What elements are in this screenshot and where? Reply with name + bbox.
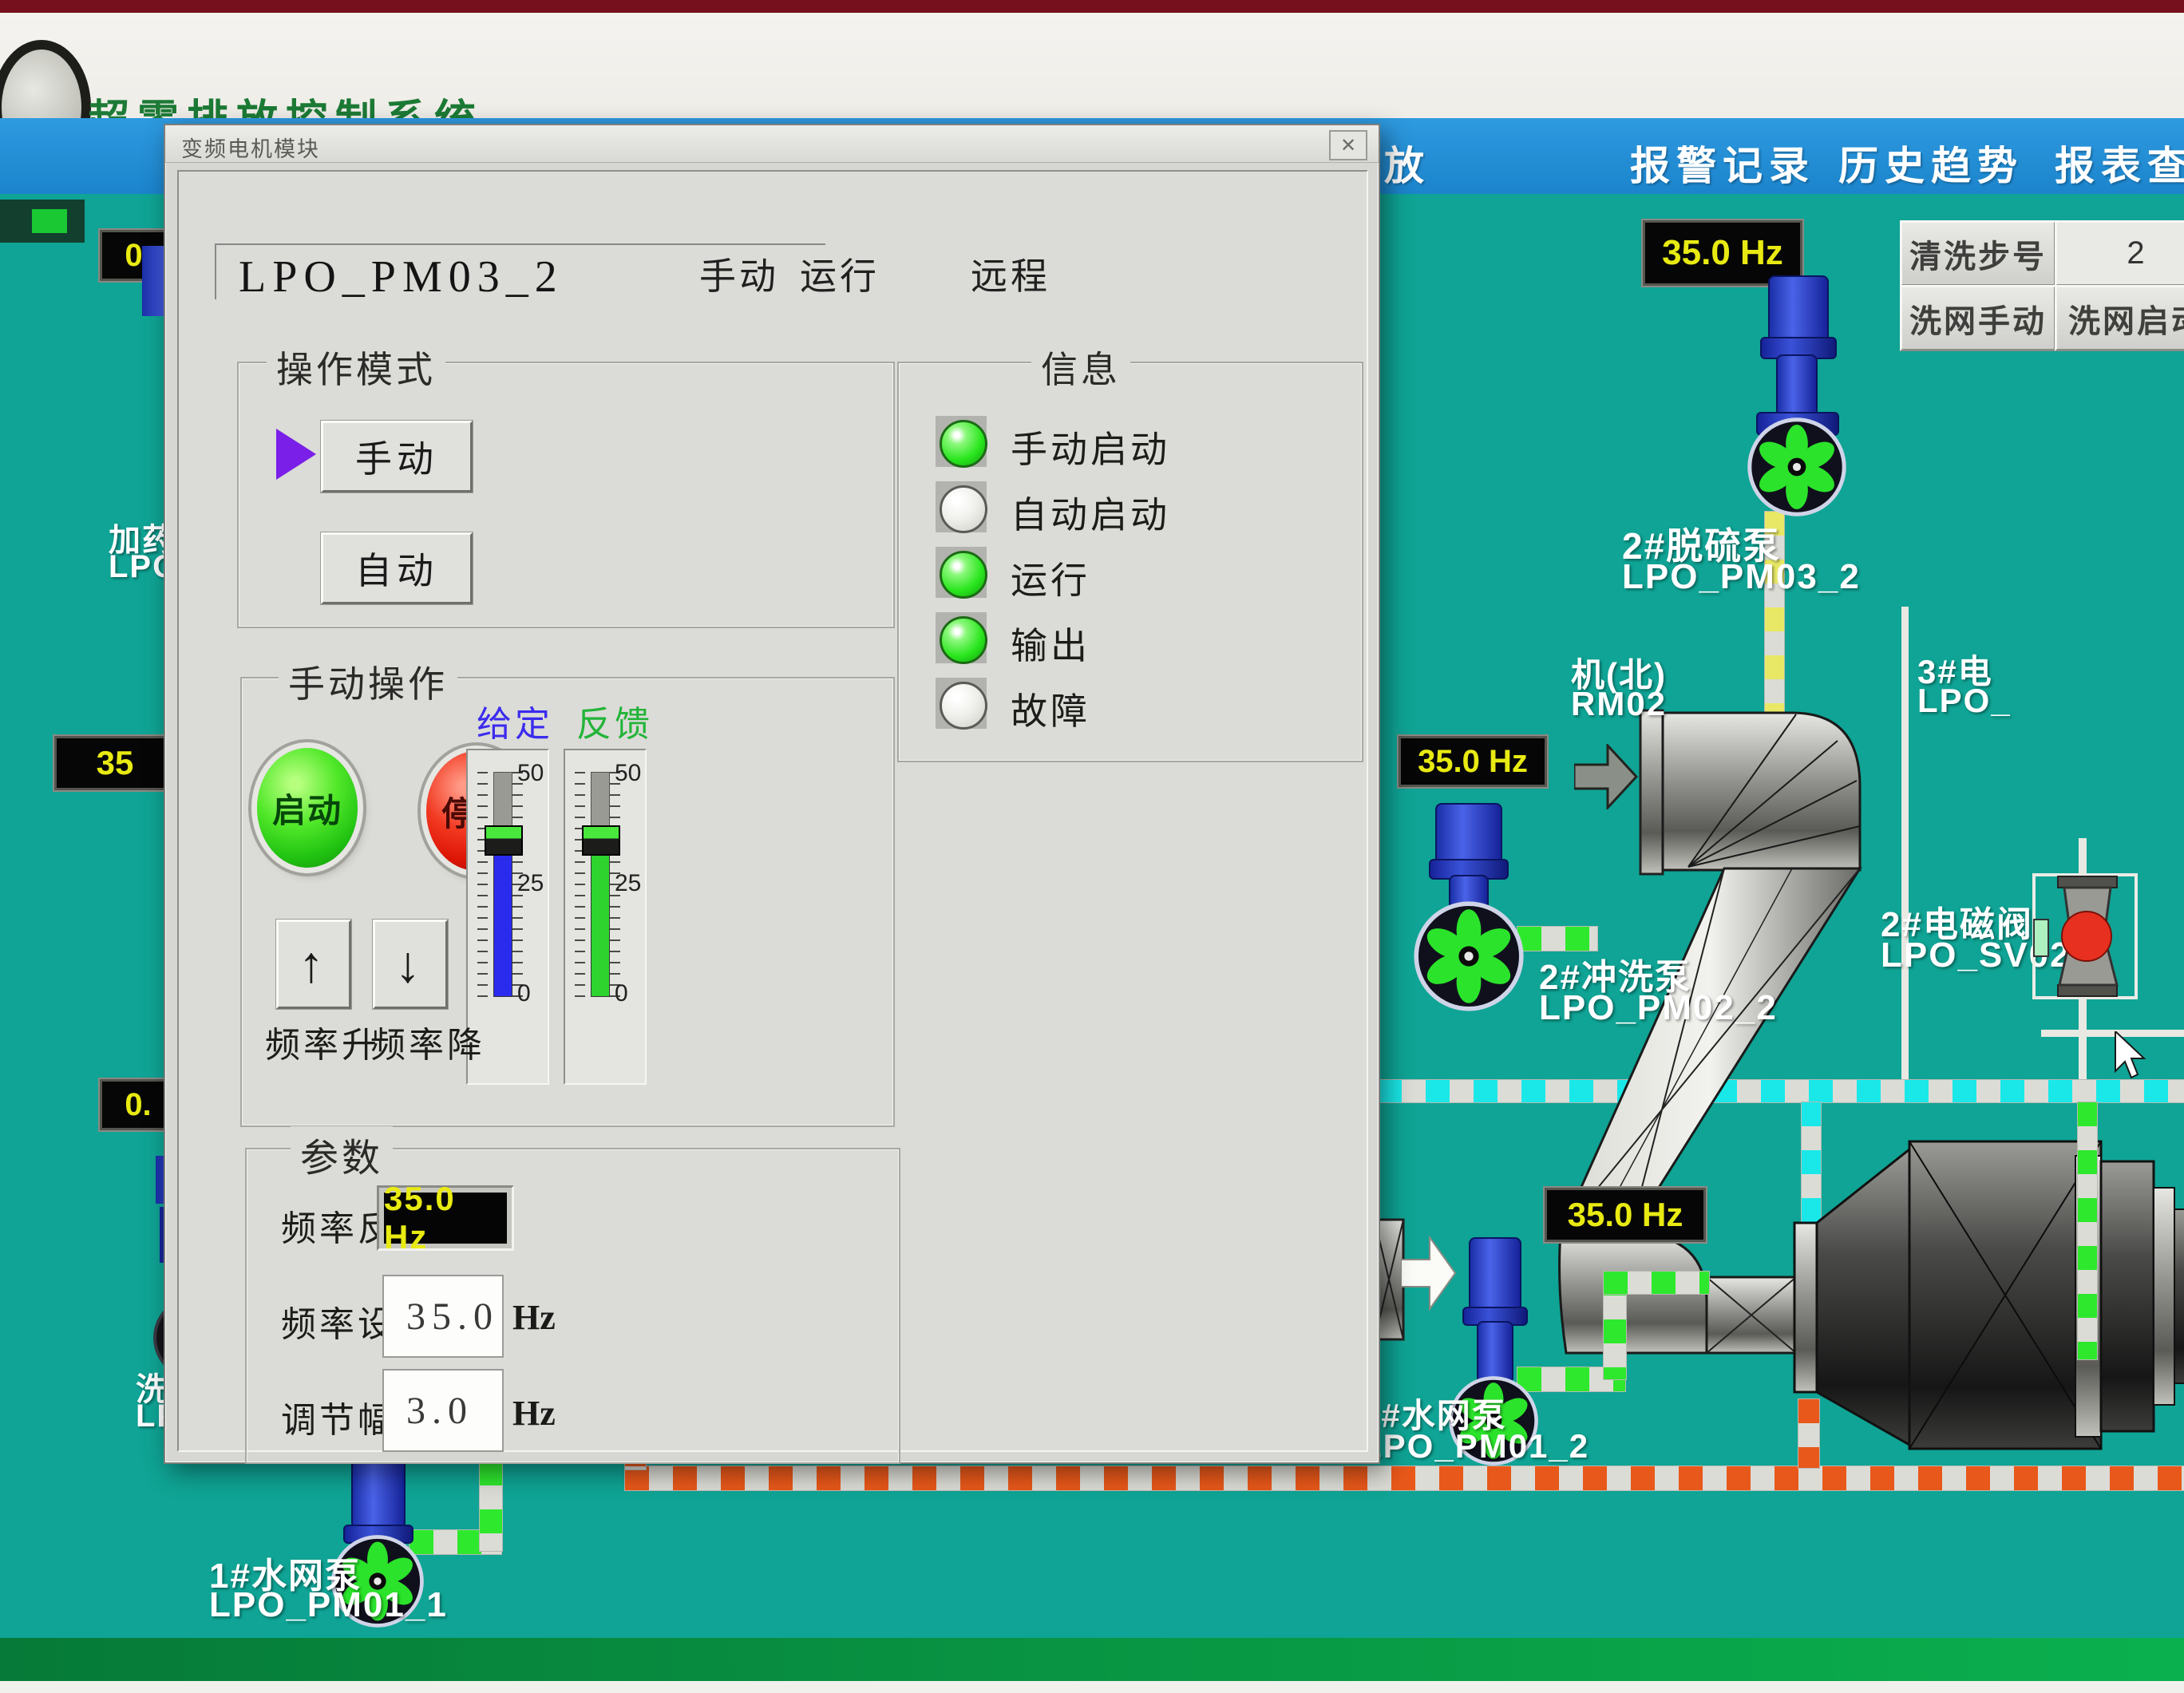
pipe-orange-stub-right bbox=[1798, 1398, 1820, 1469]
setpoint-ticks-left bbox=[477, 772, 488, 997]
freq-set-input[interactable]: 35.0 bbox=[382, 1275, 504, 1358]
setpoint-tick-0: 0 bbox=[517, 980, 544, 1007]
setpoint-tick-25: 25 bbox=[517, 870, 544, 897]
freq-down-label: 频率降 bbox=[370, 1016, 485, 1067]
dialog-content: LPO_PM03_2 手动 运行 远程 操作模式 手动 自动 信息 手动启动 自… bbox=[177, 170, 1368, 1452]
flush-pump-label-line2: LPO_PM02_2 bbox=[1539, 988, 1778, 1028]
freq-feedback-display-frame: 35.0 Hz bbox=[377, 1185, 514, 1251]
bottom-green-strip bbox=[0, 1638, 2184, 1681]
flow-arrow-white-icon bbox=[1401, 1236, 1457, 1311]
feedback-slider-label: 反馈 bbox=[576, 695, 653, 746]
feedback-ticks-left bbox=[575, 772, 585, 997]
pipe-green-pump1-v bbox=[479, 1461, 503, 1552]
dialog-title-bar[interactable]: 变频电机模块 ✕ bbox=[165, 125, 1379, 163]
auto-start-led-icon bbox=[940, 485, 987, 533]
wash-step-value-cell: 2 bbox=[2055, 220, 2184, 287]
run-status-text: 运行 bbox=[800, 247, 880, 300]
wash-start-button[interactable]: 洗网启动 bbox=[2055, 285, 2184, 351]
freq-down-button[interactable]: ↓ bbox=[373, 920, 448, 1009]
scada-screen: 超零排放控制系统 超零排放 报警记录 历史趋势 报表查询 0. 加药 LPO 3… bbox=[0, 0, 2184, 1693]
output-led-label: 输出 bbox=[1011, 617, 1090, 670]
fault-led-label: 故障 bbox=[1011, 682, 1090, 735]
waterpump2-label-line2: LPO_PM01_2 bbox=[1361, 1427, 1589, 1466]
feedback-slider-thumb[interactable] bbox=[582, 825, 620, 856]
desulf-pump-label-line2: LPO_PM03_2 bbox=[1622, 557, 1861, 597]
elec3-label-line2: LPO_ bbox=[1917, 682, 2012, 720]
feedback-slider-fill bbox=[591, 851, 610, 997]
top-red-strip bbox=[0, 0, 2184, 13]
waterpump1-label-line2: LPO_PM01_1 bbox=[209, 1585, 448, 1625]
freq-up-label: 频率升 bbox=[265, 1016, 380, 1067]
wash-step-label-cell: 清洗步号 bbox=[1900, 220, 2056, 287]
manual-start-led-label: 手动启动 bbox=[1011, 421, 1170, 473]
auto-start-led-label: 自动启动 bbox=[1011, 486, 1170, 539]
manual-op-group-label: 手动操作 bbox=[279, 655, 457, 708]
pipe-orange-horizontal bbox=[624, 1466, 2184, 1491]
mode-pointer-icon bbox=[276, 429, 316, 480]
feedback-slider: 50 25 0 bbox=[564, 749, 647, 1085]
output-led-icon bbox=[940, 616, 987, 664]
flush-pump-icon[interactable] bbox=[1417, 798, 1537, 1022]
running-led-icon bbox=[940, 551, 987, 599]
info-group-label: 信息 bbox=[1031, 341, 1130, 394]
fan-north-label-line2: RM02 bbox=[1571, 685, 1667, 723]
fan-freq-display: 35.0 Hz bbox=[1399, 736, 1547, 787]
dialog-title: 变频电机模块 bbox=[181, 132, 320, 163]
bottom-white-strip bbox=[0, 1681, 2184, 1693]
feedback-tick-25: 25 bbox=[615, 870, 642, 897]
manual-mode-button[interactable]: 手动 bbox=[321, 421, 473, 492]
mouse-cursor bbox=[2114, 1031, 2147, 1079]
menu-item-alarm-record[interactable]: 报警记录 bbox=[1630, 134, 1815, 192]
left-freq-display-mid: 35 bbox=[54, 736, 176, 790]
waterpump2-freq-display: 35.0 Hz bbox=[1545, 1188, 1706, 1242]
left-status-panel bbox=[0, 200, 85, 243]
fault-led-icon bbox=[940, 682, 987, 730]
remote-status-text: 远程 bbox=[971, 247, 1050, 300]
vfd-motor-dialog: 变频电机模块 ✕ LPO_PM03_2 手动 运行 远程 操作模式 手动 自动 … bbox=[164, 124, 1380, 1464]
freq-up-button[interactable]: ↑ bbox=[276, 920, 351, 1009]
adjust-step-input[interactable]: 3.0 bbox=[382, 1369, 504, 1452]
close-icon[interactable]: ✕ bbox=[1329, 130, 1367, 160]
wash-manual-button[interactable]: 洗网手动 bbox=[1900, 285, 2056, 351]
setpoint-slider-fill bbox=[493, 851, 512, 997]
auto-mode-button[interactable]: 自动 bbox=[321, 532, 473, 604]
running-led-label: 运行 bbox=[1011, 552, 1090, 604]
desulf-pump-icon[interactable] bbox=[1748, 271, 1852, 527]
param-group-label: 参数 bbox=[291, 1126, 393, 1182]
manual-start-led-icon bbox=[940, 420, 987, 468]
start-button[interactable]: 启动 bbox=[257, 748, 358, 868]
setpoint-tick-50: 50 bbox=[517, 760, 544, 787]
feedback-tick-0: 0 bbox=[615, 980, 642, 1007]
menu-item-report-query[interactable]: 报表查询 bbox=[2055, 134, 2184, 192]
menu-item-history-trend[interactable]: 历史趋势 bbox=[1838, 134, 2024, 192]
mode-group-label: 操作模式 bbox=[267, 341, 445, 394]
freq-feedback-display: 35.0 Hz bbox=[384, 1193, 507, 1244]
setpoint-slider-thumb[interactable] bbox=[485, 825, 523, 856]
feedback-tick-50: 50 bbox=[615, 760, 642, 787]
flow-arrow-gray-icon bbox=[1574, 744, 1638, 809]
pipe-green-bottom-h2 bbox=[1603, 1271, 1710, 1295]
left-green-indicator bbox=[32, 209, 67, 233]
solenoid-valve-icon[interactable] bbox=[2031, 872, 2139, 1001]
freq-set-unit: Hz bbox=[512, 1297, 556, 1338]
pipe-green-valve-down bbox=[2077, 1102, 2098, 1360]
mode-status-text: 手动 bbox=[699, 247, 779, 300]
adjust-step-unit: Hz bbox=[512, 1393, 556, 1434]
setpoint-slider-label: 给定 bbox=[477, 695, 553, 746]
